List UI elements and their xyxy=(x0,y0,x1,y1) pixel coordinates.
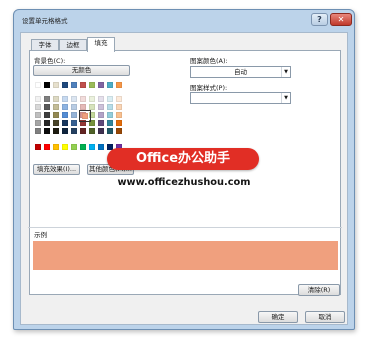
pattern-color-label: 图案颜色(A): xyxy=(190,57,228,65)
close-button[interactable]: ✕ xyxy=(330,13,352,26)
color-swatch[interactable] xyxy=(53,96,59,102)
tab-fill[interactable]: 填充 xyxy=(87,37,115,52)
sample-label: 示例 xyxy=(34,231,47,239)
color-swatch[interactable] xyxy=(98,104,104,110)
chevron-down-icon: ▼ xyxy=(281,93,290,103)
pattern-color-select[interactable]: 自动 ▼ xyxy=(190,66,291,78)
background-color-label: 背景色(C): xyxy=(34,57,66,65)
color-swatch[interactable] xyxy=(35,82,41,88)
watermark-url: www.officezhushou.com xyxy=(117,177,251,188)
color-swatch[interactable] xyxy=(107,104,113,110)
color-swatch[interactable] xyxy=(44,112,50,118)
color-swatch[interactable] xyxy=(107,128,113,134)
sample-preview xyxy=(33,241,338,270)
color-swatch[interactable] xyxy=(98,120,104,126)
color-swatch[interactable] xyxy=(35,112,41,118)
standard-color-swatch[interactable] xyxy=(80,144,86,150)
color-swatch[interactable] xyxy=(35,104,41,110)
color-swatch[interactable] xyxy=(98,128,104,134)
color-swatch[interactable] xyxy=(62,120,68,126)
color-swatch[interactable] xyxy=(80,96,86,102)
clear-button[interactable]: 清除(R) xyxy=(298,284,340,296)
color-swatch[interactable] xyxy=(62,104,68,110)
cancel-button[interactable]: 取消 xyxy=(305,311,345,323)
selected-color-indicator xyxy=(79,110,91,122)
ok-button[interactable]: 确定 xyxy=(258,311,298,323)
color-swatch[interactable] xyxy=(53,82,59,88)
fill-effects-button[interactable]: 填充效果(I)... xyxy=(33,164,80,175)
chevron-down-icon: ▼ xyxy=(281,67,290,77)
color-swatch[interactable] xyxy=(71,82,77,88)
pattern-color-value: 自动 xyxy=(234,68,247,76)
standard-color-swatch[interactable] xyxy=(98,144,104,150)
color-swatch[interactable] xyxy=(71,112,77,118)
color-swatch[interactable] xyxy=(116,82,122,88)
color-swatch[interactable] xyxy=(89,128,95,134)
color-swatch[interactable] xyxy=(98,96,104,102)
color-swatch[interactable] xyxy=(116,96,122,102)
no-color-button[interactable]: 无颜色 xyxy=(33,65,130,76)
color-swatch[interactable] xyxy=(44,120,50,126)
pattern-style-select[interactable]: ▼ xyxy=(190,92,291,104)
color-swatch[interactable] xyxy=(62,96,68,102)
color-swatch[interactable] xyxy=(53,104,59,110)
color-swatch[interactable] xyxy=(53,128,59,134)
standard-color-swatch[interactable] xyxy=(53,144,59,150)
color-swatch[interactable] xyxy=(44,128,50,134)
color-swatch[interactable] xyxy=(35,96,41,102)
standard-color-swatch[interactable] xyxy=(44,144,50,150)
color-swatch[interactable] xyxy=(107,112,113,118)
color-swatch[interactable] xyxy=(116,120,122,126)
color-swatch[interactable] xyxy=(116,104,122,110)
color-swatch[interactable] xyxy=(116,112,122,118)
color-swatch[interactable] xyxy=(62,128,68,134)
color-swatch[interactable] xyxy=(89,82,95,88)
color-swatch[interactable] xyxy=(62,82,68,88)
color-swatch[interactable] xyxy=(80,82,86,88)
standard-color-swatch[interactable] xyxy=(71,144,77,150)
title-bar: 设置单元格格式 ? ✕ xyxy=(14,10,354,30)
color-swatch[interactable] xyxy=(44,82,50,88)
color-swatch[interactable] xyxy=(107,96,113,102)
help-button[interactable]: ? xyxy=(311,13,328,26)
pattern-style-label: 图案样式(P): xyxy=(190,84,228,92)
color-swatch[interactable] xyxy=(35,128,41,134)
standard-color-swatch[interactable] xyxy=(62,144,68,150)
color-swatch[interactable] xyxy=(53,120,59,126)
color-swatch[interactable] xyxy=(107,120,113,126)
color-swatch[interactable] xyxy=(71,120,77,126)
color-swatch[interactable] xyxy=(71,96,77,102)
standard-color-swatch[interactable] xyxy=(35,144,41,150)
dialog-title: 设置单元格格式 xyxy=(22,17,68,25)
color-swatch[interactable] xyxy=(44,96,50,102)
color-swatch[interactable] xyxy=(80,128,86,134)
color-swatch[interactable] xyxy=(98,112,104,118)
color-swatch[interactable] xyxy=(53,112,59,118)
color-swatch[interactable] xyxy=(71,104,77,110)
color-swatch[interactable] xyxy=(71,128,77,134)
color-swatch[interactable] xyxy=(62,112,68,118)
color-swatch[interactable] xyxy=(98,82,104,88)
color-swatch[interactable] xyxy=(116,128,122,134)
color-swatch[interactable] xyxy=(89,96,95,102)
standard-color-swatch[interactable] xyxy=(89,144,95,150)
color-swatch[interactable] xyxy=(107,82,113,88)
color-swatch[interactable] xyxy=(44,104,50,110)
color-swatch[interactable] xyxy=(35,120,41,126)
watermark-brand: Office办公助手 xyxy=(107,148,259,170)
